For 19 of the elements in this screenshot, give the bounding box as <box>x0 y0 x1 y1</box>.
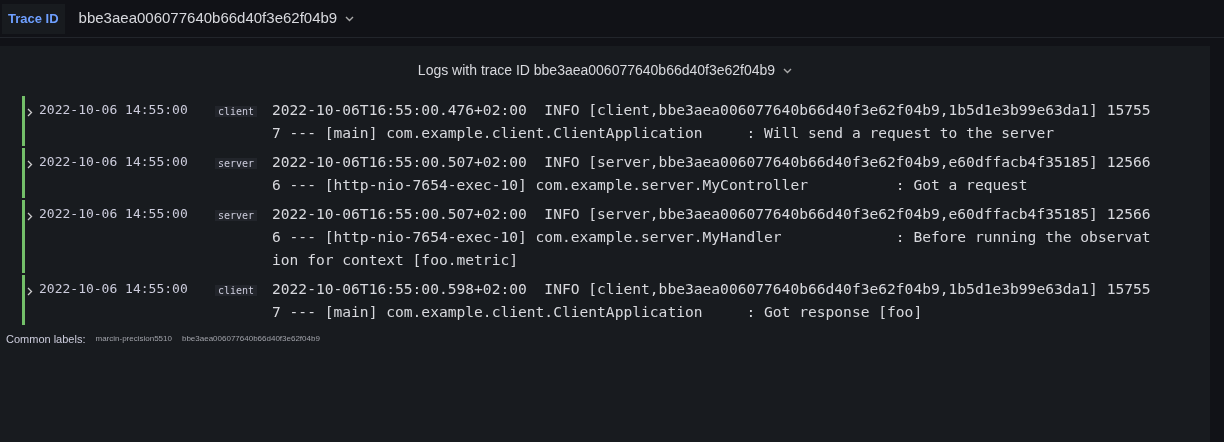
panel-title[interactable]: Logs with trace ID bbe3aea006077640b66d40f3e62f04b9 <box>417 60 793 81</box>
log-timestamp: 2022-10-06 14:55:00 <box>39 101 189 119</box>
trace-id-label: Trace ID <box>2 3 65 34</box>
common-label: marcin-precision5510 <box>95 333 172 346</box>
log-timestamp: 2022-10-06 14:55:00 <box>39 153 189 171</box>
log-message: 2022-10-06T16:55:00.507+02:00 INFO [server,bbe3aea006077640b66d40f3e62f04b9,e60dffacb4f35185] 125666 --- [http-nio-7654-exec-10] com.example.server.MyHandler : Before running the observation for context [foo.metric] <box>272 204 1151 270</box>
log-timestamp: 2022-10-06 14:55:00 <box>39 280 189 298</box>
log-row[interactable]: 2022-10-06 14:55:00 client 2022-10-06T16:55:00.598+02:00 INFO [client,bbe3aea006077640b66d40f3e62f04b9,1b5d1e3b99e63da1] 157557 --- [main] com.example.client.ClientApplication : Got response [foo] <box>22 275 1210 325</box>
common-labels-title: Common labels: <box>6 332 86 347</box>
log-message: 2022-10-06T16:55:00.507+02:00 INFO [server,bbe3aea006077640b66d40f3e62f04b9,e60dffacb4f35185] 125666 --- [http-nio-7654-exec-10] com.example.server.MyController : Got a request <box>272 152 1151 195</box>
log-message: 2022-10-06T16:55:00.598+02:00 INFO [client,bbe3aea006077640b66d40f3e62f04b9,1b5d1e3b99e63da1] 157557 --- [main] com.example.client.ClientApplication : Got response [foo] <box>272 279 1151 322</box>
log-label: server <box>215 210 258 221</box>
log-timestamp: 2022-10-06 14:55:00 <box>39 205 189 223</box>
log-label: server <box>215 158 258 169</box>
log-message: 2022-10-06T16:55:00.476+02:00 INFO [client,bbe3aea006077640b66d40f3e62f04b9,1b5d1e3b99e63da1] 157557 --- [main] com.example.client.ClientApplication : Will send a request to the server <box>272 100 1151 143</box>
log-label: client <box>215 106 258 117</box>
log-label: client <box>215 285 258 296</box>
trace-id-select[interactable]: bbe3aea006077640b66d40f3e62f04b9 <box>78 7 355 30</box>
common-label: bbe3aea006077640b66d40f3e62f04b9 <box>181 333 320 346</box>
